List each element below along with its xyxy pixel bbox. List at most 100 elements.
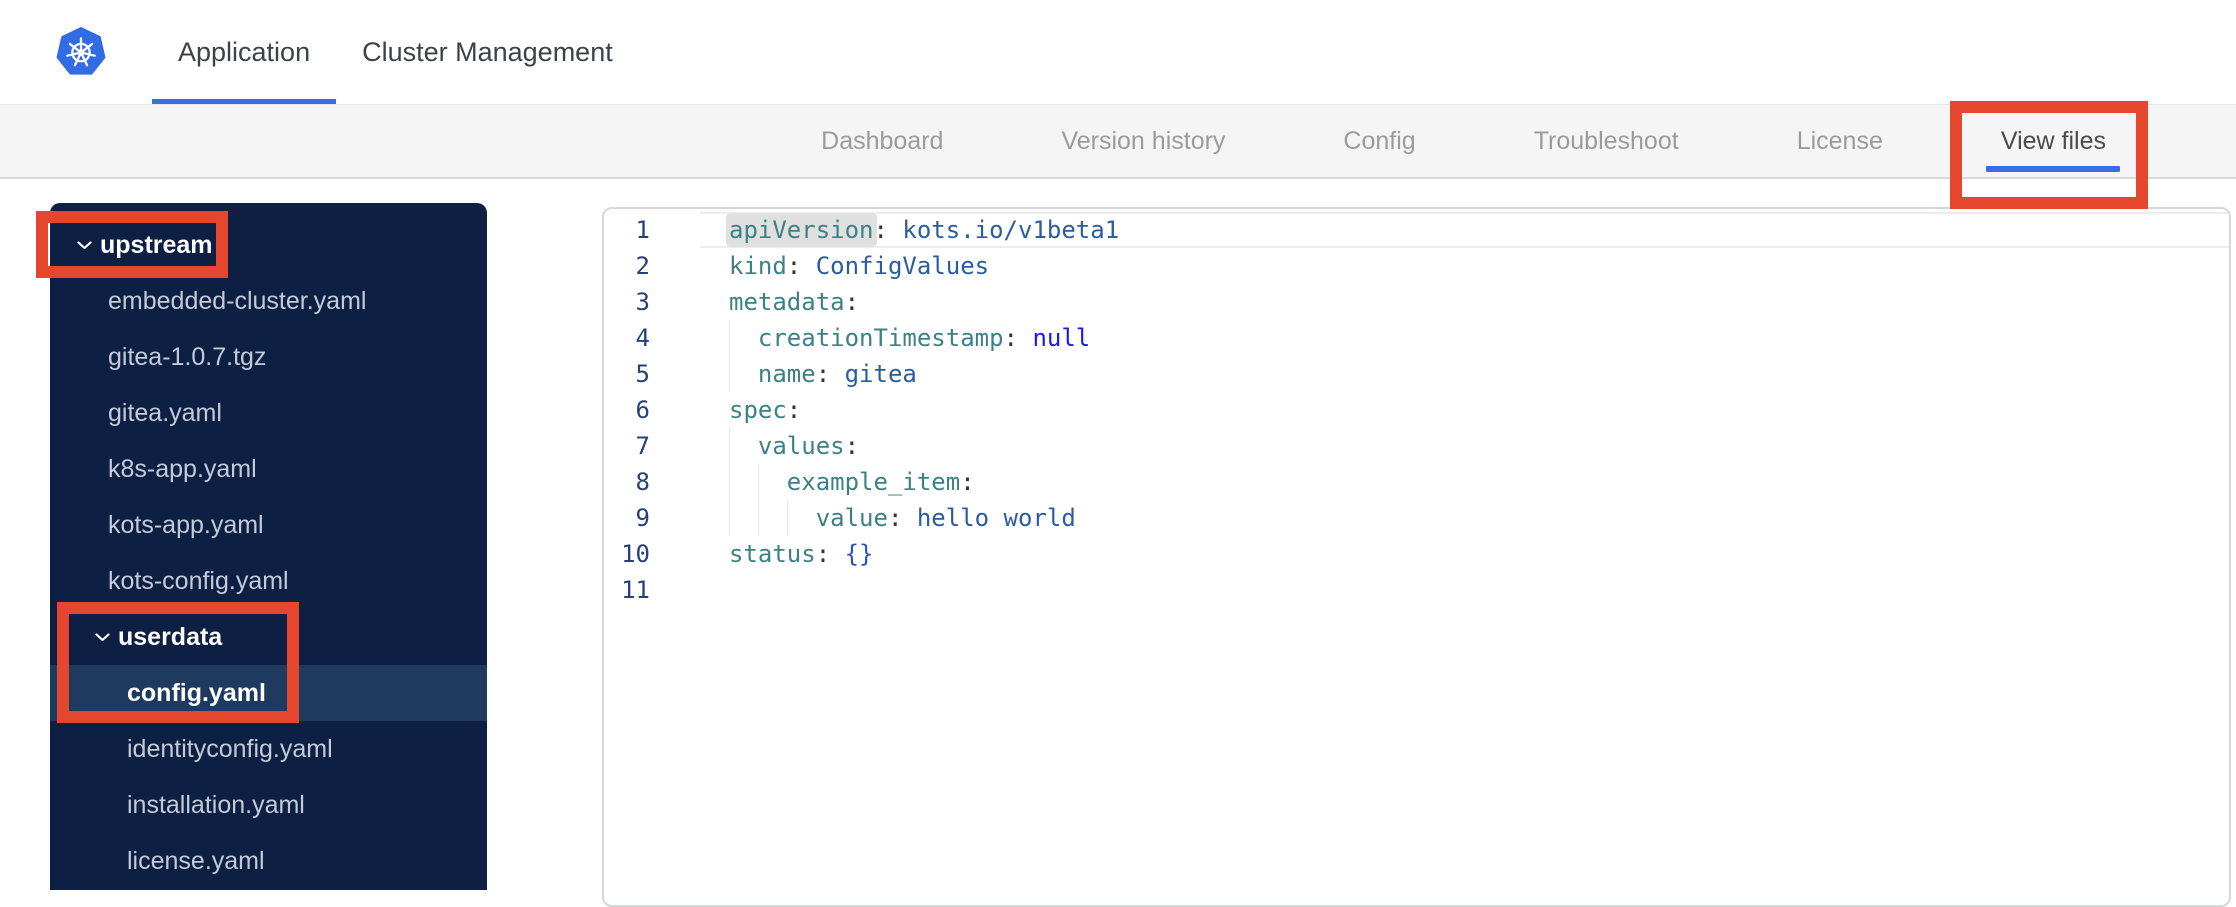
tree-file-gitea-1-0-7-tgz[interactable]: gitea-1.0.7.tgz (50, 329, 487, 385)
topbar-tab-cluster-management[interactable]: Cluster Management (336, 0, 639, 104)
topbar-tabs: Application Cluster Management (152, 0, 639, 104)
code-token: : (786, 252, 802, 280)
code-line-10: 10 status: {} (604, 536, 2229, 572)
code-token: : (844, 288, 860, 316)
code-token: : (844, 432, 860, 460)
tree-item-label: upstream (100, 230, 213, 259)
tree-file-k8s-app-yaml[interactable]: k8s-app.yaml (50, 441, 487, 497)
code-token: : (815, 540, 831, 568)
code-token: null (1032, 324, 1091, 352)
nav-tab-view-files[interactable]: View files (1986, 105, 2121, 177)
nav-tab-config[interactable]: Config (1343, 105, 1415, 177)
code-token: spec (729, 396, 787, 424)
code-token: status (729, 540, 816, 568)
line-number: 10 (621, 540, 650, 568)
line-number: 11 (621, 576, 650, 604)
tree-item-label: embedded-cluster.yaml (108, 286, 367, 315)
code-line-9: 9 value: hello world (604, 500, 2229, 536)
nav-tab-label: Config (1343, 126, 1416, 155)
line-number: 2 (635, 252, 650, 280)
app-navbar: Dashboard Version history Config Troublesho… (0, 105, 2236, 179)
indent-guide (729, 428, 730, 464)
app-header: Application Cluster Management (0, 0, 2236, 105)
indent-guide (757, 464, 759, 500)
code-token: gitea (830, 360, 917, 388)
indent-guide (757, 500, 759, 536)
tree-file-config-yaml[interactable]: config.yaml (50, 665, 487, 721)
nav-tab-label: Dashboard (821, 126, 944, 155)
active-tab-underline (152, 99, 337, 104)
topbar-tab-application[interactable]: Application (152, 0, 337, 104)
code-line-11: 11 (604, 572, 2229, 608)
tree-file-kots-app-yaml[interactable]: kots-app.yaml (50, 497, 487, 553)
indent-guide (729, 320, 730, 356)
tree-file-identityconfig-yaml[interactable]: identityconfig.yaml (50, 721, 487, 777)
tree-folder-upstream[interactable]: upstream (50, 217, 487, 273)
code-token: hello world (902, 504, 1076, 532)
tree-file-embedded-cluster-yaml[interactable]: embedded-cluster.yaml (50, 273, 487, 329)
nav-tab-label: Version history (1061, 126, 1226, 155)
tree-file-license-yaml[interactable]: license.yaml (50, 833, 487, 889)
code-line-3: 3 metadata: (604, 284, 2229, 320)
line-number: 9 (635, 504, 650, 532)
kubernetes-logo-icon[interactable] (56, 27, 106, 77)
nav-tab-dashboard[interactable]: Dashboard (821, 105, 943, 177)
code-token: : (887, 504, 903, 532)
code-line-8: 8 example_item: (604, 464, 2229, 500)
code-token: {} (844, 540, 874, 568)
nav-tab-license[interactable]: License (1797, 105, 1883, 177)
tree-item-label: config.yaml (127, 678, 266, 707)
tree-item-label: userdata (118, 622, 223, 651)
line-number: 6 (635, 396, 650, 424)
tree-item-label: gitea.yaml (108, 398, 222, 427)
code-token: ConfigValues (801, 252, 990, 280)
line-number: 8 (635, 468, 650, 496)
tree-item-label: installation.yaml (127, 790, 305, 819)
topbar-tab-label: Application (178, 36, 311, 67)
topbar-tab-label: Cluster Management (362, 36, 613, 67)
indent-guide (729, 356, 730, 392)
nav-tab-label: License (1796, 126, 1883, 155)
file-tree-sidebar: upstream embedded-cluster.yaml gitea-1.0.7… (50, 203, 487, 890)
nav-tab-version-history[interactable]: Version history (1061, 105, 1225, 177)
line-number: 5 (635, 360, 650, 388)
code-line-7: 7 values: (604, 428, 2229, 464)
nav-tab-troubleshoot[interactable]: Troubleshoot (1534, 105, 1679, 177)
code-token: kind (729, 252, 787, 280)
tree-item-label: license.yaml (127, 846, 265, 875)
kubernetes-helm-icon (56, 27, 106, 75)
code-token: value (815, 504, 888, 532)
code-token: : (815, 360, 831, 388)
code-line-4: 4 creationTimestamp: null (604, 320, 2229, 356)
code-token: : (960, 468, 975, 496)
file-contents-editor[interactable]: 1 apiVersion: kots.io/v1beta1 2 kind: Confi… (602, 207, 2231, 907)
code-token: apiVersion (729, 216, 874, 244)
tree-file-gitea-yaml[interactable]: gitea.yaml (50, 385, 487, 441)
tree-item-label: kots-app.yaml (108, 510, 264, 539)
tree-item-label: k8s-app.yaml (108, 454, 257, 483)
indent-guide (729, 500, 730, 536)
current-line-highlight (700, 212, 2229, 248)
chevron-down-icon (77, 240, 92, 250)
line-number: 3 (635, 288, 650, 316)
nav-tab-label: View files (2000, 126, 2106, 155)
line-number: 4 (635, 324, 650, 352)
indent-guide (786, 500, 788, 536)
tree-file-installation-yaml[interactable]: installation.yaml (50, 777, 487, 833)
code-token: example_item (786, 468, 961, 496)
tree-folder-userdata[interactable]: userdata (50, 609, 487, 665)
code-token: : (1003, 324, 1018, 352)
code-token: creationTimestamp (757, 324, 1004, 352)
tree-item-label: identityconfig.yaml (127, 734, 333, 763)
code-line-5: 5 name: gitea (604, 356, 2229, 392)
nav-tab-label: Troubleshoot (1533, 126, 1679, 155)
line-number: 7 (635, 432, 650, 460)
code-token: name (757, 360, 816, 388)
tree-file-kots-config-yaml[interactable]: kots-config.yaml (50, 553, 487, 609)
